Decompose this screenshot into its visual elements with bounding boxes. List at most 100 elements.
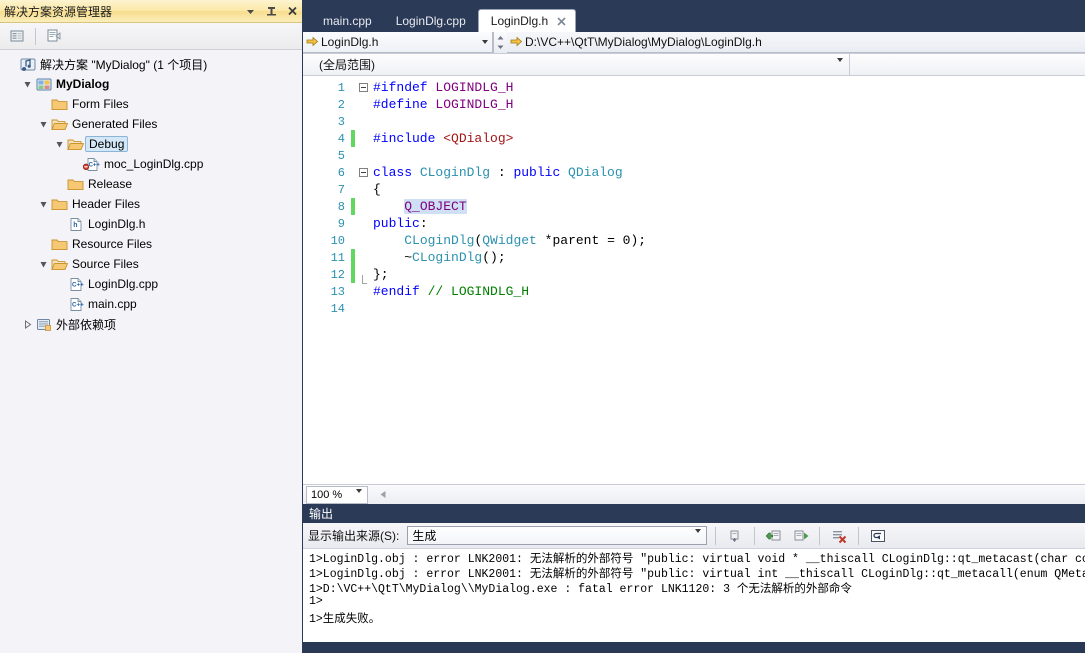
code-line[interactable]: 14: [303, 300, 1085, 317]
goto-previous-message-icon[interactable]: [763, 526, 785, 546]
properties-icon[interactable]: [6, 26, 28, 46]
code-line[interactable]: 5: [303, 147, 1085, 164]
code-line[interactable]: 6 class CLoginDlg : public QDialog: [303, 164, 1085, 181]
editor-tab-strip: main.cpp LoginDlg.cpp LoginDlg.h: [303, 0, 1085, 32]
output-source-combo[interactable]: 生成: [407, 526, 708, 547]
svg-text:h: h: [73, 222, 77, 229]
scope-combo[interactable]: (全局范围): [303, 54, 850, 76]
navbar-file-combo[interactable]: LoginDlg.h: [303, 32, 493, 53]
output-pane: 输出 显示输出来源(S): 生成 1>LoginDlg.obj: error …: [303, 504, 1085, 642]
change-indicator: [351, 283, 355, 300]
change-indicator: [351, 300, 355, 317]
expander-expanded-icon[interactable]: [38, 119, 49, 130]
code-editor[interactable]: 1 #ifndef LOGINDLG_H 2 #define LOGINDLG_H 3 4…: [303, 76, 1085, 484]
fold-column[interactable]: [355, 168, 371, 177]
line-number: 6: [337, 165, 345, 180]
expander-collapsed-icon[interactable]: [22, 319, 33, 330]
expander-expanded-icon[interactable]: [54, 139, 65, 150]
h-file-icon: h: [67, 216, 84, 232]
editor-tab[interactable]: LoginDlg.cpp: [384, 10, 478, 32]
code-line[interactable]: 7{: [303, 181, 1085, 198]
fold-column[interactable]: [355, 83, 371, 92]
show-all-files-icon[interactable]: [43, 26, 65, 46]
spinner-down-icon[interactable]: [494, 43, 507, 54]
tree-node[interactable]: Header Files: [0, 194, 302, 214]
solution-tree[interactable]: 解决方案 "MyDialog" (1 个项目) MyDialog Form File…: [0, 50, 302, 334]
code-line[interactable]: 9 public:: [303, 215, 1085, 232]
toggle-word-wrap-icon[interactable]: [867, 526, 889, 546]
external-deps-icon: [35, 316, 52, 332]
expander-placeholder: [54, 299, 65, 310]
tree-node[interactable]: 外部依赖项: [0, 314, 302, 334]
expander-expanded-icon[interactable]: [38, 259, 49, 270]
tree-node[interactable]: C++ moc_LoginDlg.cpp: [0, 154, 302, 174]
output-line: 1>生成失败。: [309, 613, 381, 626]
tree-node[interactable]: Debug: [0, 134, 302, 154]
code-line[interactable]: 10 CLoginDlg(QWidget *parent = 0);: [303, 232, 1085, 249]
editor-tab[interactable]: LoginDlg.h: [477, 9, 577, 32]
toolbar-separator: [35, 27, 36, 45]
code-text: CLoginDlg(QWidget *parent = 0);: [404, 233, 647, 248]
editor-tab[interactable]: main.cpp: [311, 10, 384, 32]
tree-node[interactable]: C++ main.cpp: [0, 294, 302, 314]
spinner-up-icon[interactable]: [494, 32, 507, 43]
expander-expanded-icon[interactable]: [38, 199, 49, 210]
tree-node[interactable]: h LoginDlg.h: [0, 214, 302, 234]
tree-node[interactable]: 解决方案 "MyDialog" (1 个项目): [0, 54, 302, 74]
code-line[interactable]: 11 ~CLoginDlg();: [303, 249, 1085, 266]
code-line[interactable]: 8 Q_OBJECT: [303, 198, 1085, 215]
close-icon[interactable]: [286, 4, 299, 18]
code-line[interactable]: 13 #endif // LOGINDLG_H: [303, 283, 1085, 300]
code-line[interactable]: 1 #ifndef LOGINDLG_H: [303, 79, 1085, 96]
tree-node-label: MyDialog: [56, 77, 110, 91]
change-indicator: [351, 266, 355, 283]
code-text: {: [373, 182, 381, 197]
code-text: class CLoginDlg : public QDialog: [373, 165, 623, 180]
line-number: 8: [337, 199, 345, 214]
tree-node-label: Resource Files: [72, 237, 153, 251]
code-line[interactable]: 3: [303, 113, 1085, 130]
scope-label: (全局范围): [319, 58, 375, 72]
zoom-combo[interactable]: 100 %: [306, 485, 368, 505]
code-lines[interactable]: 1 #ifndef LOGINDLG_H 2 #define LOGINDLG_H 3 4…: [303, 79, 1085, 317]
tree-node[interactable]: Resource Files: [0, 234, 302, 254]
code-line[interactable]: 12};: [303, 266, 1085, 284]
output-settings-icon[interactable]: [724, 526, 746, 546]
chevron-down-icon[interactable]: [837, 58, 843, 76]
navbar-spinner[interactable]: [493, 32, 507, 53]
solution-explorer-pane: 解决方案资源管理器 解决方案 "MyDialog" (1 个项目) MyDial…: [0, 0, 303, 653]
code-text: #define LOGINDLG_H: [373, 97, 514, 112]
change-indicator: [351, 96, 355, 113]
tree-node-label: 解决方案 "MyDialog" (1 个项目): [40, 57, 208, 72]
chevron-down-icon[interactable]: [478, 40, 492, 44]
goto-next-message-icon[interactable]: [789, 526, 811, 546]
line-number: 12: [330, 267, 345, 282]
tab-close-icon[interactable]: [556, 16, 567, 27]
code-line[interactable]: 2 #define LOGINDLG_H: [303, 96, 1085, 113]
solution-explorer-title-buttons: [244, 0, 299, 22]
tree-node[interactable]: Form Files: [0, 94, 302, 114]
line-number: 3: [337, 114, 345, 129]
tree-node[interactable]: C++ LoginDlg.cpp: [0, 274, 302, 294]
expander-placeholder: [54, 219, 65, 230]
navbar-path-field[interactable]: D:\VC++\QtT\MyDialog\MyDialog\LoginDlg.h: [507, 32, 1085, 53]
tree-node[interactable]: Source Files: [0, 254, 302, 274]
change-indicator: [351, 198, 355, 215]
code-text: #ifndef LOGINDLG_H: [373, 80, 514, 95]
expander-expanded-icon[interactable]: [22, 79, 33, 90]
output-text[interactable]: 1>LoginDlg.obj : error LNK2001: 无法解析的外部符…: [303, 549, 1085, 642]
tree-node[interactable]: Release: [0, 174, 302, 194]
change-indicator: [351, 181, 355, 198]
svg-text:C++: C++: [72, 301, 84, 308]
tree-node[interactable]: MyDialog: [0, 74, 302, 94]
tree-node[interactable]: Generated Files: [0, 114, 302, 134]
chevron-down-icon[interactable]: [695, 529, 702, 547]
pin-icon[interactable]: [265, 4, 278, 18]
navbar-file-name: LoginDlg.h: [321, 35, 379, 49]
chevron-down-icon[interactable]: [356, 488, 362, 505]
hscroll-left-arrow-icon[interactable]: [376, 488, 390, 502]
code-line[interactable]: 4 #include <QDialog>: [303, 130, 1085, 147]
expander-placeholder: [70, 159, 81, 170]
clear-output-icon[interactable]: [828, 526, 850, 546]
dropdown-icon[interactable]: [244, 4, 257, 18]
